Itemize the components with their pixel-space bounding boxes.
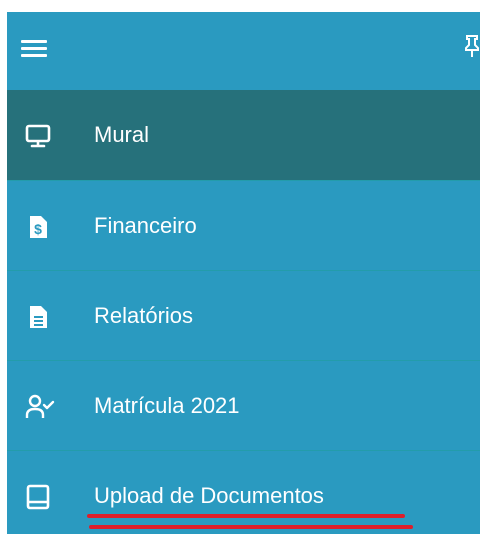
sidebar-panel: Mural $ Financeiro Relatórios Matrícula … [7, 12, 480, 534]
menu-item-relatorios[interactable]: Relatórios [7, 270, 480, 360]
menu-item-label: Mural [94, 122, 150, 147]
menu-item-label: Relatórios [94, 303, 194, 328]
menu-item-label: Financeiro [94, 213, 197, 238]
sidebar-header [7, 12, 480, 90]
svg-text:$: $ [34, 221, 42, 237]
user-check-icon [25, 394, 55, 420]
pin-icon[interactable] [464, 34, 480, 58]
annotation-underline [87, 514, 405, 518]
book-icon [25, 484, 51, 510]
menu-item-mural[interactable]: Mural [7, 90, 480, 180]
menu-item-upload-documentos[interactable]: Upload de Documentos [7, 450, 480, 534]
annotation-underline [89, 525, 413, 529]
menu-item-matricula[interactable]: Matrícula 2021 [7, 360, 480, 450]
menu-item-label: Upload de Documentos [94, 483, 324, 508]
hamburger-icon[interactable] [21, 38, 47, 60]
report-document-icon [25, 304, 51, 330]
monitor-icon [25, 123, 51, 149]
menu-item-financeiro[interactable]: $ Financeiro [7, 180, 480, 270]
menu-item-label: Matrícula 2021 [94, 393, 240, 418]
dollar-document-icon: $ [25, 214, 51, 240]
